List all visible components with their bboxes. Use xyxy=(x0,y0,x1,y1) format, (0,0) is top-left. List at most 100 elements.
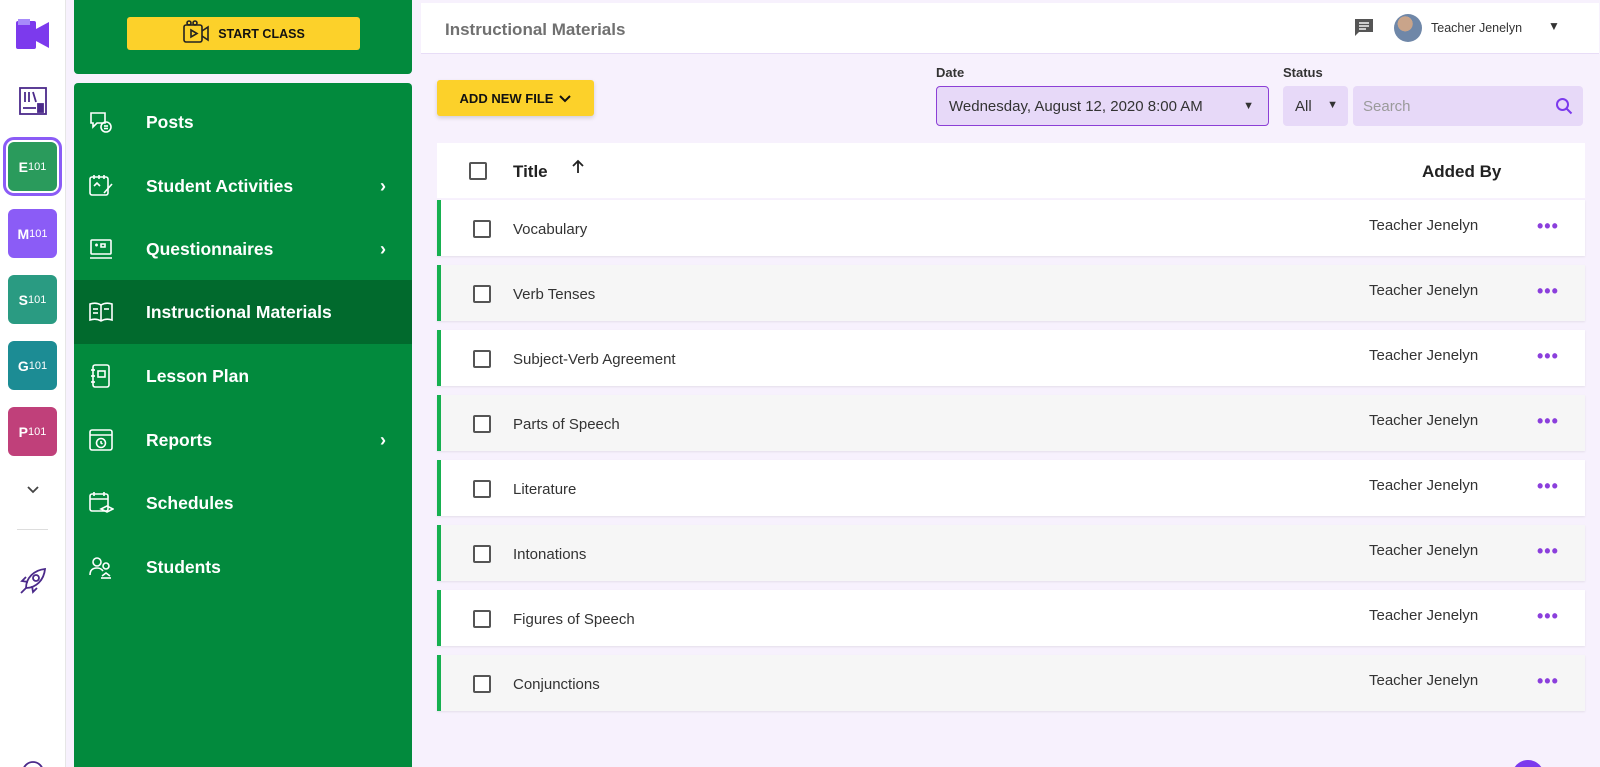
sidebar-item-posts[interactable]: Posts xyxy=(74,90,412,154)
start-class-panel: START CLASS xyxy=(74,0,412,74)
row-added-by: Teacher Jenelyn xyxy=(1369,217,1479,234)
date-filter-label: Date xyxy=(936,65,965,80)
row-added-by: Teacher Jenelyn xyxy=(1369,672,1479,689)
report-timer-icon xyxy=(88,427,114,453)
course-letter: E xyxy=(18,158,28,175)
sidebar-item-reports[interactable]: Reports › xyxy=(74,408,412,472)
table-row[interactable]: Parts of Speech Teacher Jenelyn ••• xyxy=(437,395,1585,451)
table-row[interactable]: Conjunctions Teacher Jenelyn ••• xyxy=(437,655,1585,711)
expand-courses-chevron-icon[interactable] xyxy=(8,465,57,514)
row-title[interactable]: Parts of Speech xyxy=(513,416,620,433)
top-bar: Instructional Materials Teacher Jenelyn … xyxy=(421,3,1599,54)
course-letter: P xyxy=(18,423,28,440)
chevron-right-icon: › xyxy=(380,429,386,450)
sidebar-item-label: Instructional Materials xyxy=(146,301,332,322)
sidebar-nav: Posts Student Activities › Questionnaire… xyxy=(74,83,412,767)
chevron-right-icon: › xyxy=(380,238,386,259)
column-header-added-by: Added By xyxy=(1422,162,1502,181)
row-title[interactable]: Verb Tenses xyxy=(513,286,595,303)
status-filter-value: All xyxy=(1295,97,1312,115)
table-row[interactable]: Literature Teacher Jenelyn ••• xyxy=(437,460,1585,516)
course-s101[interactable]: S 101 xyxy=(8,275,57,324)
row-added-by: Teacher Jenelyn xyxy=(1369,347,1479,364)
table-row[interactable]: Intonations Teacher Jenelyn ••• xyxy=(437,525,1585,581)
course-p101[interactable]: P 101 xyxy=(8,407,57,456)
course-e101[interactable]: E 101 xyxy=(3,137,62,196)
message-icon[interactable] xyxy=(1353,17,1375,44)
row-checkbox[interactable] xyxy=(473,480,491,498)
sidebar-item-schedules[interactable]: Schedules xyxy=(74,471,412,535)
user-name[interactable]: Teacher Jenelyn xyxy=(1431,21,1522,35)
course-number: 101 xyxy=(29,227,48,240)
sort-arrow-up-icon[interactable] xyxy=(571,159,585,180)
more-options-icon[interactable]: ••• xyxy=(1537,671,1559,692)
sidebar-item-label: Questionnaires xyxy=(146,238,274,259)
sidebar-item-label: Students xyxy=(146,556,221,577)
row-checkbox[interactable] xyxy=(473,675,491,693)
search-input[interactable] xyxy=(1353,86,1583,126)
sidebar-item-lesson-plan[interactable]: Lesson Plan xyxy=(74,344,412,408)
more-options-icon[interactable]: ••• xyxy=(1537,541,1559,562)
row-title[interactable]: Intonations xyxy=(513,546,586,563)
more-options-icon[interactable]: ••• xyxy=(1537,216,1559,237)
rocket-icon[interactable] xyxy=(8,556,57,605)
course-g101[interactable]: G 101 xyxy=(8,341,57,390)
course-letter: M xyxy=(17,225,30,242)
students-icon xyxy=(88,554,114,580)
sidebar-item-label: Lesson Plan xyxy=(146,365,250,386)
table-row[interactable]: Vocabulary Teacher Jenelyn ••• xyxy=(437,200,1585,256)
row-checkbox[interactable] xyxy=(473,220,491,238)
more-options-icon[interactable]: ••• xyxy=(1537,606,1559,627)
row-checkbox[interactable] xyxy=(473,285,491,303)
table-row[interactable]: Figures of Speech Teacher Jenelyn ••• xyxy=(437,590,1585,646)
course-letter: S xyxy=(18,291,28,308)
row-checkbox[interactable] xyxy=(473,415,491,433)
floating-action-button[interactable] xyxy=(1512,760,1544,767)
sidebar-item-label: Reports xyxy=(146,429,213,450)
library-icon[interactable] xyxy=(8,76,57,125)
row-title[interactable]: Vocabulary xyxy=(513,221,587,238)
logo-icon[interactable] xyxy=(8,10,57,59)
sidebar-item-instructional-materials[interactable]: Instructional Materials xyxy=(74,280,412,344)
sidebar-item-student-activities[interactable]: Student Activities › xyxy=(74,154,412,218)
sidebar-item-students[interactable]: Students xyxy=(74,535,412,599)
help-icon[interactable] xyxy=(8,747,57,767)
start-class-button[interactable]: START CLASS xyxy=(127,17,360,50)
row-added-by: Teacher Jenelyn xyxy=(1369,607,1479,624)
row-title[interactable]: Figures of Speech xyxy=(513,611,635,628)
date-filter-select[interactable]: Wednesday, August 12, 2020 8:00 AM ▼ xyxy=(936,86,1269,126)
sidebar-item-label: Schedules xyxy=(146,492,234,513)
row-checkbox[interactable] xyxy=(473,350,491,368)
avatar[interactable] xyxy=(1394,14,1422,42)
select-all-checkbox[interactable] xyxy=(469,162,487,180)
open-book-icon xyxy=(88,299,114,325)
activity-calendar-icon xyxy=(88,173,114,199)
table-header: Title Added By xyxy=(437,143,1585,198)
row-title[interactable]: Subject-Verb Agreement xyxy=(513,351,676,368)
course-number: 101 xyxy=(27,425,47,438)
sidebar-item-questionnaires[interactable]: Questionnaires › xyxy=(74,217,412,281)
row-title[interactable]: Literature xyxy=(513,481,576,498)
page-title: Instructional Materials xyxy=(445,20,626,39)
course-m101[interactable]: M 101 xyxy=(8,209,57,258)
status-filter-select[interactable]: All ▼ xyxy=(1283,86,1348,126)
more-options-icon[interactable]: ••• xyxy=(1537,411,1559,432)
column-header-title[interactable]: Title xyxy=(513,162,548,182)
row-added-by: Teacher Jenelyn xyxy=(1369,542,1479,559)
table-row[interactable]: Verb Tenses Teacher Jenelyn ••• xyxy=(437,265,1585,321)
table-row[interactable]: Subject-Verb Agreement Teacher Jenelyn •… xyxy=(437,330,1585,386)
more-options-icon[interactable]: ••• xyxy=(1537,476,1559,497)
rail-divider xyxy=(17,529,48,530)
notebook-icon xyxy=(88,363,114,389)
course-number: 101 xyxy=(27,293,47,306)
add-new-file-button[interactable]: ADD NEW FILE xyxy=(437,80,594,116)
sidebar-item-label: Posts xyxy=(146,111,194,132)
search-icon[interactable] xyxy=(1555,97,1573,120)
questionnaire-icon xyxy=(88,236,114,262)
more-options-icon[interactable]: ••• xyxy=(1537,346,1559,367)
more-options-icon[interactable]: ••• xyxy=(1537,281,1559,302)
row-checkbox[interactable] xyxy=(473,545,491,563)
row-title[interactable]: Conjunctions xyxy=(513,676,600,693)
caret-down-icon[interactable]: ▼ xyxy=(1548,19,1560,33)
row-checkbox[interactable] xyxy=(473,610,491,628)
